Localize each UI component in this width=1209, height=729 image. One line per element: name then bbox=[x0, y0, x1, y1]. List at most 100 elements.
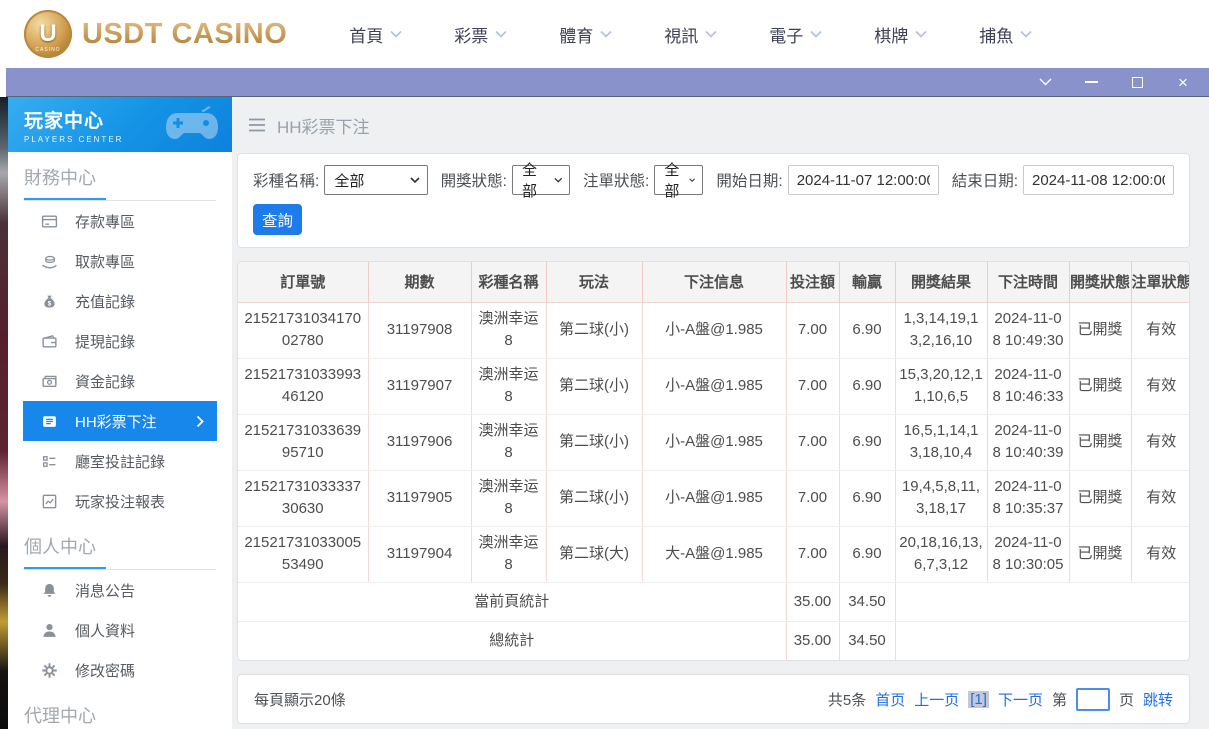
table-cell: 有效 bbox=[1131, 302, 1189, 359]
next-page-link[interactable]: 下一页 bbox=[998, 689, 1043, 710]
end-date-input[interactable] bbox=[1023, 165, 1174, 195]
window-maximize-button[interactable] bbox=[1129, 74, 1145, 90]
nav-label: 體育 bbox=[559, 26, 594, 46]
table-cell: 已開獎 bbox=[1069, 526, 1132, 583]
site-top-bar: U CASINO USDT CASINO 首頁 彩票 體育 視訊 電子 棋牌 捕… bbox=[0, 0, 1209, 68]
summary-bet-total: 35.00 bbox=[786, 621, 840, 660]
summary-label: 總統計 bbox=[238, 621, 787, 660]
table-cell: 16,5,1,14,13,18,10,4 bbox=[895, 414, 988, 471]
nav-item-fishing[interactable]: 捕魚 bbox=[979, 22, 1032, 47]
order-status-select[interactable]: 全部 bbox=[654, 162, 704, 200]
chevron-down-icon bbox=[689, 178, 696, 182]
sidebar-item-withdraw[interactable]: 取款專區 bbox=[23, 241, 217, 281]
background-edge-strip bbox=[0, 97, 8, 729]
sidebar: 玩家中心 PLAYERS CENTER 財務中心 存款專區 取款專區 $ 充值記… bbox=[8, 97, 232, 729]
table-cell: 31197905 bbox=[368, 470, 472, 527]
column-header-play-type: 玩法 bbox=[546, 262, 643, 303]
sidebar-item-hh-lottery-bets[interactable]: HH彩票下注 bbox=[23, 401, 217, 441]
sidebar-item-profile[interactable]: 個人資料 bbox=[23, 610, 217, 650]
window-close-button[interactable]: × bbox=[1175, 74, 1191, 91]
table-cell: 第二球(小) bbox=[546, 470, 643, 527]
page-jump-input[interactable] bbox=[1075, 687, 1110, 711]
sidebar-item-withdrawal-record[interactable]: 提現記錄 bbox=[23, 321, 217, 361]
sidebar-item-funds-record[interactable]: 資金記錄 bbox=[23, 361, 217, 401]
main-nav: 首頁 彩票 體育 視訊 電子 棋牌 捕魚 bbox=[349, 22, 1032, 47]
first-page-link[interactable]: 首页 bbox=[875, 689, 905, 710]
sidebar-item-change-password[interactable]: 修改密碼 bbox=[23, 650, 217, 690]
nav-item-video[interactable]: 視訊 bbox=[664, 22, 717, 47]
sidebar-item-label: 充值記錄 bbox=[75, 293, 136, 311]
table-cell: 2152173103399346120 bbox=[238, 358, 369, 415]
chevron-down-icon bbox=[410, 177, 420, 183]
table-cell: 7.00 bbox=[786, 526, 840, 583]
summary-empty bbox=[895, 582, 1189, 622]
prev-page-link[interactable]: 上一页 bbox=[914, 689, 959, 710]
table-cell: 已開獎 bbox=[1069, 302, 1132, 359]
table-cell: 澳洲幸运8 bbox=[471, 414, 547, 471]
table-cell: 31197906 bbox=[368, 414, 472, 471]
table-cell: 有效 bbox=[1131, 414, 1189, 471]
filter-panel: 彩種名稱: 全部 開獎狀態: 全部 注單狀態: 全部 開始日期: 結束日期: bbox=[237, 153, 1190, 248]
sidebar-item-label: 提現記錄 bbox=[75, 333, 136, 351]
nav-label: 棋牌 bbox=[874, 26, 909, 46]
jump-button[interactable]: 跳转 bbox=[1143, 689, 1173, 710]
draw-status-value: 全部 bbox=[521, 162, 537, 200]
window-minimize-button[interactable] bbox=[1083, 74, 1099, 90]
chevron-down-icon bbox=[495, 30, 507, 38]
grand-summary-row: 總統計 35.00 34.50 bbox=[238, 621, 1189, 660]
table-cell: 有效 bbox=[1131, 358, 1189, 415]
nav-item-lottery[interactable]: 彩票 bbox=[454, 22, 507, 47]
draw-status-select[interactable]: 全部 bbox=[511, 162, 571, 200]
pager: 共5条 首页 上一页 [1] 下一页 第 页 跳转 bbox=[827, 687, 1173, 711]
table-cell: 31197908 bbox=[368, 302, 472, 359]
table-cell: 澳洲幸运8 bbox=[471, 526, 547, 583]
breadcrumb: HH彩票下注 bbox=[237, 97, 1190, 153]
column-header-order-status: 注單狀態 bbox=[1131, 262, 1189, 303]
nav-item-slots[interactable]: 電子 bbox=[769, 22, 822, 47]
table-cell: 6.90 bbox=[839, 414, 896, 471]
sidebar-item-deposit[interactable]: 存款專區 bbox=[23, 201, 217, 241]
page-summary-row: 當前頁統計 35.00 34.50 bbox=[238, 582, 1189, 622]
logo-letter: U bbox=[39, 20, 57, 47]
jump-prefix-text: 第 bbox=[1051, 691, 1067, 709]
gamepad-icon bbox=[160, 103, 224, 152]
nav-label: 視訊 bbox=[664, 26, 699, 46]
nav-item-sports[interactable]: 體育 bbox=[559, 22, 612, 47]
column-header-bet-time: 下注時間 bbox=[987, 262, 1070, 303]
table-cell: 31197907 bbox=[368, 358, 472, 415]
sidebar-item-player-bet-report[interactable]: 玩家投注報表 bbox=[23, 481, 217, 521]
nav-item-home[interactable]: 首頁 bbox=[349, 22, 402, 47]
total-count-text: 共5条 bbox=[827, 691, 867, 709]
sidebar-item-label: 廳室投註記錄 bbox=[75, 453, 166, 471]
query-button[interactable]: 查詢 bbox=[253, 204, 302, 235]
table-cell: 7.00 bbox=[786, 414, 840, 471]
table-cell: 澳洲幸运8 bbox=[471, 358, 547, 415]
svg-text:$: $ bbox=[47, 300, 51, 307]
table-cell: 小-A盤@1.985 bbox=[642, 358, 787, 415]
sidebar-item-hall-bet-record[interactable]: 廳室投註記錄 bbox=[23, 441, 217, 481]
start-date-input[interactable] bbox=[787, 165, 939, 195]
table-cell: 2152173103333730630 bbox=[238, 470, 369, 527]
table-cell: 15,3,20,12,11,10,6,5 bbox=[895, 358, 988, 415]
table-cell: 2024-11-08 10:30:05 bbox=[987, 526, 1070, 583]
sidebar-item-label: 資金記錄 bbox=[75, 373, 136, 391]
nav-item-chess[interactable]: 棋牌 bbox=[874, 22, 927, 47]
site-logo[interactable]: U CASINO USDT CASINO bbox=[24, 10, 287, 58]
table-cell: 19,4,5,8,11,3,18,17 bbox=[895, 470, 988, 527]
sidebar-item-announcements[interactable]: 消息公告 bbox=[23, 570, 217, 610]
chevron-down-icon bbox=[390, 30, 402, 38]
lottery-name-select[interactable]: 全部 bbox=[324, 165, 428, 195]
table-header-row: 訂單號 期數 彩種名稱 玩法 下注信息 投注額 輸贏 開獎結果 下注時間 開獎狀… bbox=[238, 262, 1189, 303]
window-title-bar: × bbox=[6, 68, 1209, 97]
window-dropdown-icon[interactable] bbox=[1037, 74, 1053, 90]
table-cell: 小-A盤@1.985 bbox=[642, 302, 787, 359]
main-content: HH彩票下注 彩種名稱: 全部 開獎狀態: 全部 注單狀態: 全部 開始日期: … bbox=[232, 97, 1209, 729]
money-bag-icon: $ bbox=[40, 292, 58, 310]
sidebar-item-recharge-record[interactable]: $ 充值記錄 bbox=[23, 281, 217, 321]
table-cell: 第二球(小) bbox=[546, 302, 643, 359]
lottery-name-label: 彩種名稱: bbox=[253, 173, 320, 190]
withdraw-hand-icon bbox=[40, 252, 58, 270]
sidebar-item-label: HH彩票下注 bbox=[75, 413, 157, 431]
hamburger-icon[interactable] bbox=[248, 118, 266, 132]
wallet-icon bbox=[40, 332, 58, 350]
